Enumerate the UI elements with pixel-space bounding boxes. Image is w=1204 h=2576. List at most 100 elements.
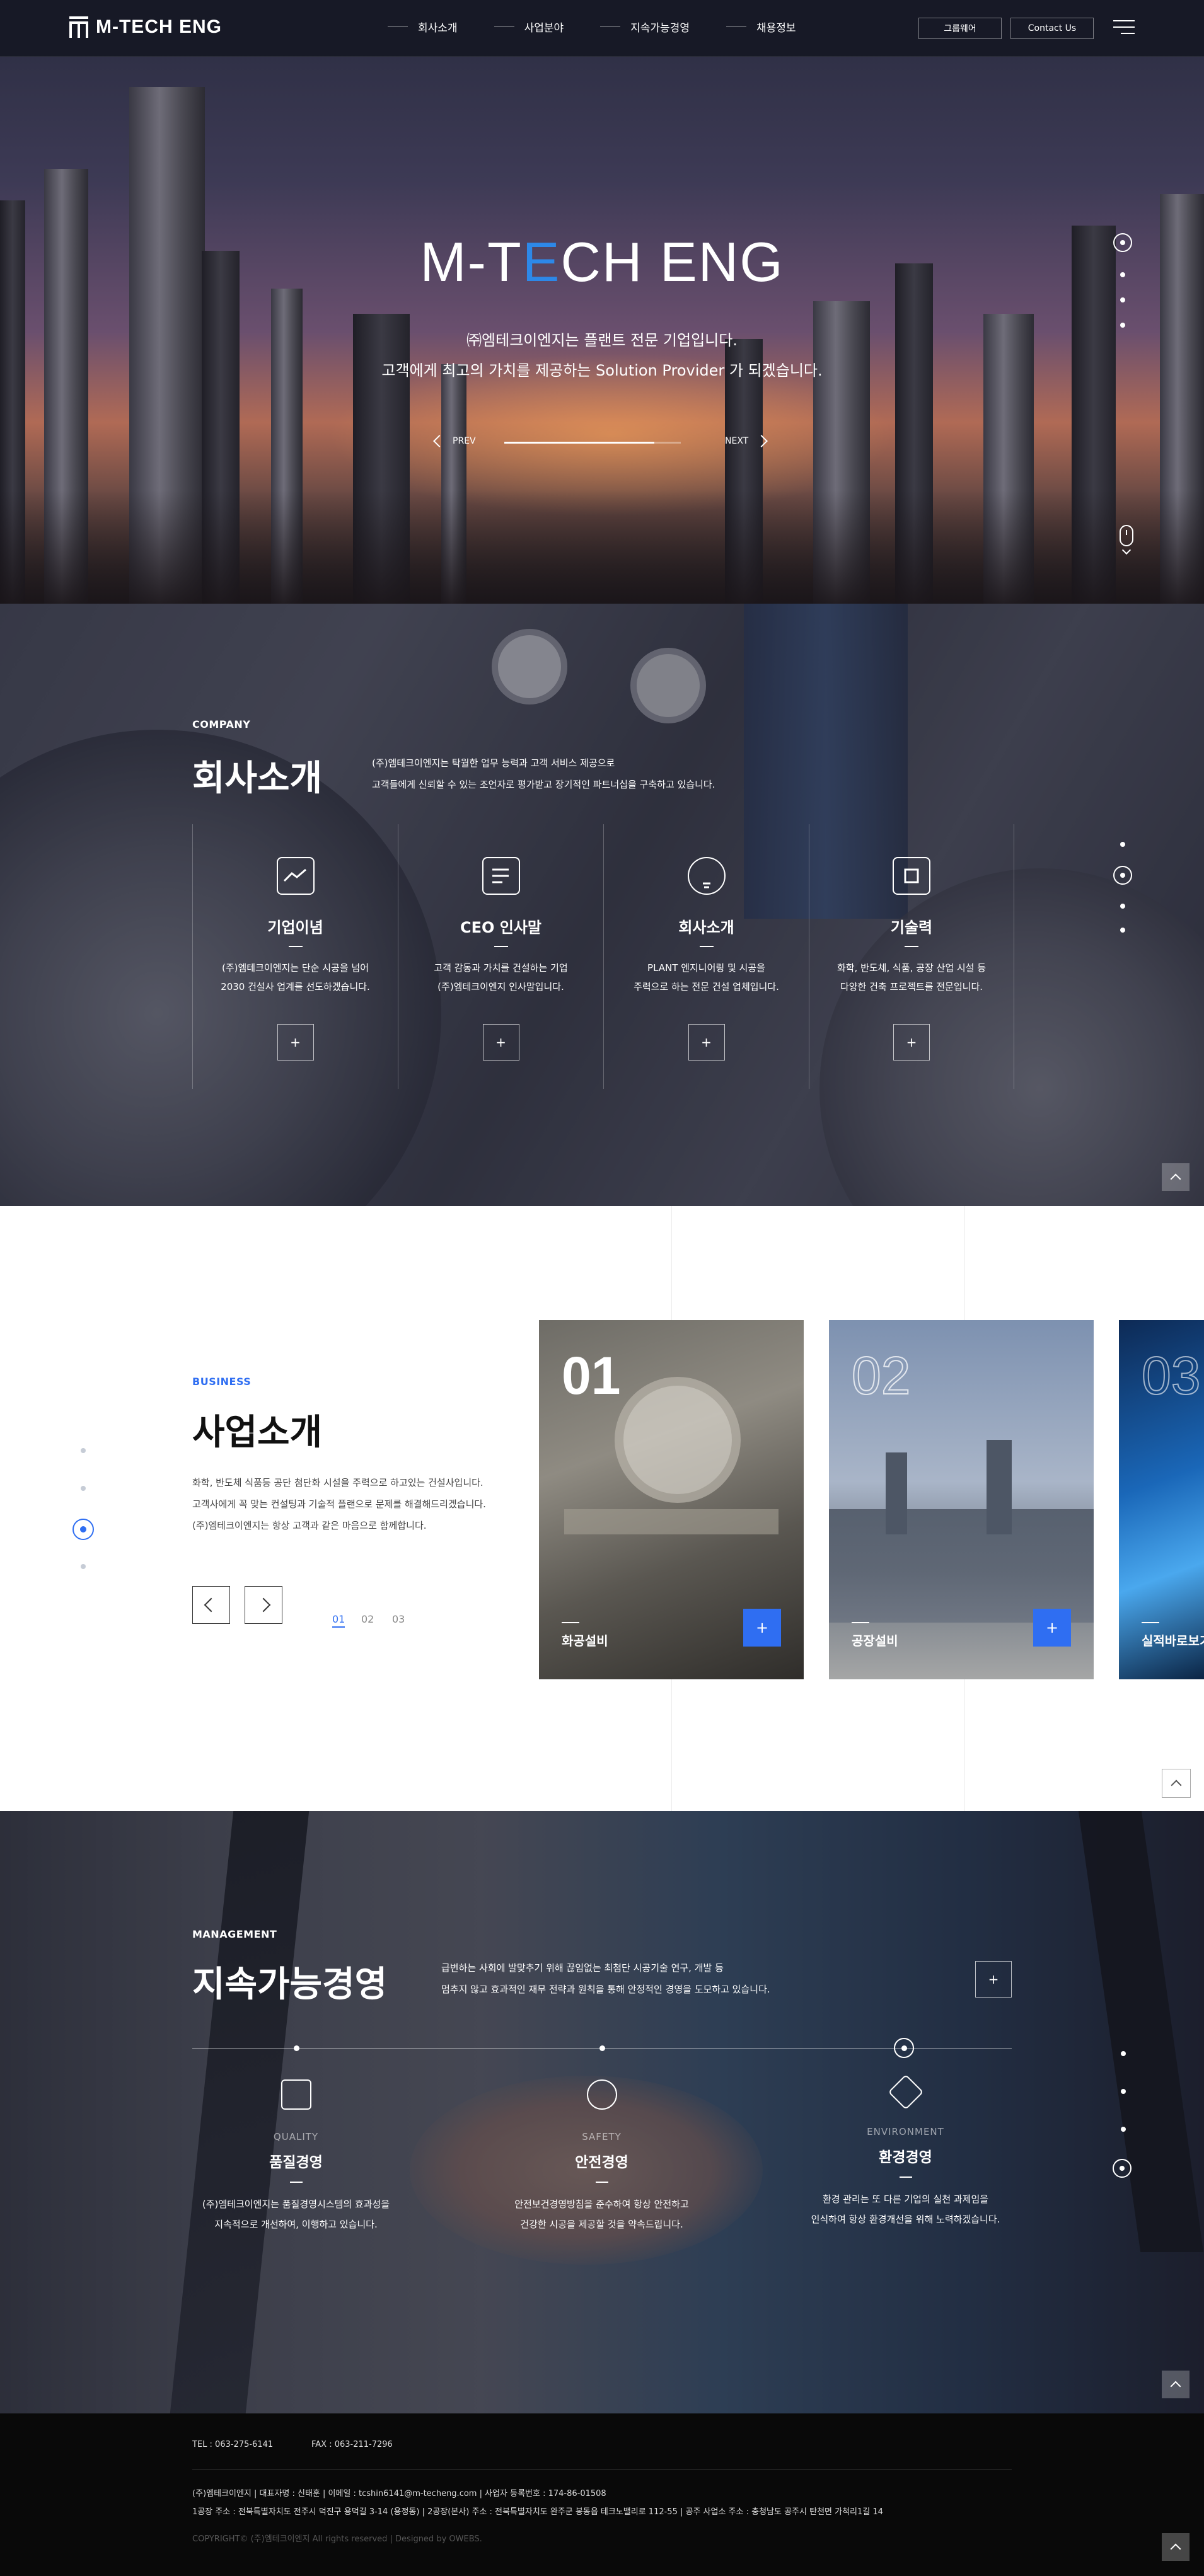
desc-line: 2030 건설사 업계를 선도하겠습니다. — [221, 981, 370, 992]
section-dot[interactable] — [1121, 2127, 1126, 2132]
management-item-eng: SAFETY — [582, 2131, 622, 2142]
hero-line-2: 고객에게 최고의 가치를 제공하는 Solution Provider 가 되겠… — [381, 362, 823, 379]
section-dot-active[interactable] — [1113, 2159, 1132, 2178]
divider — [905, 946, 918, 947]
chevron-left-icon — [433, 435, 446, 447]
divider — [289, 2182, 303, 2183]
timeline-dot-active[interactable] — [894, 2038, 914, 2058]
divider — [595, 2182, 608, 2183]
business-side-dot[interactable] — [81, 1486, 86, 1491]
management-side-dots — [1121, 2051, 1126, 2132]
site-header: M-TECH ENG 회사소개 사업분야 지속가능경영 채용정보 그룹웨어 Co… — [0, 0, 1204, 57]
business-side-dot-active[interactable] — [72, 1519, 94, 1540]
management-more-button[interactable]: + — [975, 1961, 1012, 1998]
company-item-more-button[interactable]: + — [688, 1024, 725, 1061]
business-card-caption: 화공설비 — [562, 1622, 608, 1649]
scroll-top-button[interactable] — [1162, 1163, 1190, 1191]
hero-dot[interactable] — [1120, 323, 1125, 328]
desc-line: 환경 관리는 또 다른 기업의 실천 과제임을 — [822, 2194, 989, 2205]
desc-line: 건강한 시공을 제공할 것을 약속드립니다. — [520, 2219, 683, 2230]
business-card[interactable]: 03 실적바로보기 — [1119, 1320, 1204, 1679]
company-item: 회사소개 PLANT 엔지니어링 및 시공을 주력으로 하는 전문 건설 업체입니… — [603, 824, 809, 1089]
logo-text: M-TECH ENG — [96, 16, 222, 37]
hero-section: M-TECH ENG ㈜엠테크이엔지는 플랜트 전문 기업입니다. 고객에게 최… — [0, 0, 1204, 604]
company-item-more-button[interactable]: + — [893, 1024, 930, 1061]
hero-dot[interactable] — [1120, 297, 1125, 302]
hero-line-1: ㈜엠테크이엔지는 플랜트 전문 기업입니다. — [466, 331, 738, 349]
business-side-dot[interactable] — [81, 1564, 86, 1569]
scroll-top-button[interactable] — [1162, 2371, 1190, 2398]
section-dot[interactable] — [1121, 2051, 1126, 2056]
business-description: 화학, 반도체 식품등 공단 첨단화 시설을 주력으로 하고있는 건설사입니다.… — [192, 1472, 486, 1536]
company-item-desc: (주)엠테크이엔지는 단순 시공을 넘어 2030 건설사 업계를 선도하겠습니다… — [193, 958, 398, 996]
hero-dot-active[interactable] — [1113, 233, 1132, 252]
footer-address: 1공장 주소 : 전북특별자치도 전주시 덕진구 용덕길 3-14 (용정동) … — [192, 2507, 883, 2517]
hero-dot[interactable] — [1120, 272, 1125, 277]
chevron-left-icon — [204, 1597, 219, 1613]
business-page-2[interactable]: 02 — [361, 1613, 374, 1625]
business-card[interactable]: 02 공장설비 + — [829, 1320, 1094, 1679]
company-desc-line: (주)엠테크이엔지는 탁월한 업무 능력과 고객 서비스 제공으로 — [372, 757, 615, 769]
business-page-3[interactable]: 03 — [392, 1613, 405, 1625]
section-dot-active[interactable] — [1113, 866, 1132, 885]
footer-company-info: (주)엠테크이엔지 | 대표자명 : 신태훈 | 이메일 : tcshin614… — [192, 2489, 606, 2498]
business-eyebrow: BUSINESS — [192, 1376, 252, 1388]
desc-line: 안전보건경영방침을 준수하여 항상 안전하고 — [514, 2199, 689, 2210]
business-card[interactable]: 01 화공설비 + — [539, 1320, 804, 1679]
company-item-more-button[interactable]: + — [277, 1024, 314, 1061]
section-nav-dots — [1113, 842, 1132, 933]
site-logo[interactable]: M-TECH ENG — [69, 16, 222, 38]
chevron-right-icon — [755, 435, 768, 447]
nav-item-company[interactable]: 회사소개 — [388, 19, 458, 35]
desc-line: (주)엠테크이엔지는 단순 시공을 넘어 — [221, 962, 369, 974]
company-item-more-button[interactable]: + — [482, 1024, 519, 1061]
section-dot[interactable] — [1120, 842, 1125, 847]
business-page-1[interactable]: 01 — [332, 1613, 345, 1628]
business-card-caption: 실적바로보기 — [1142, 1622, 1204, 1649]
certificate-icon — [281, 2079, 311, 2110]
section-dot[interactable] — [1120, 928, 1125, 933]
section-dot[interactable] — [1120, 904, 1125, 909]
nav-item-recruit[interactable]: 채용정보 — [726, 19, 796, 35]
management-item: ENVIRONMENT 환경경영 환경 관리는 또 다른 기업의 실천 과제임을… — [769, 2073, 1042, 2229]
management-item-eng: ENVIRONMENT — [867, 2126, 944, 2137]
desc-line: 인식하여 항상 환경개선을 위해 노력하겠습니다. — [811, 2214, 1000, 2225]
menu-icon[interactable] — [1113, 20, 1135, 35]
business-prev-button[interactable] — [192, 1586, 230, 1624]
management-desc-line: 급변하는 사회에 발맞추기 위해 끊임없는 최첨단 시공기술 연구, 개발 등 — [441, 1962, 724, 1974]
business-side-dot[interactable] — [81, 1448, 86, 1453]
divider — [288, 946, 303, 947]
section-dot[interactable] — [1121, 2089, 1126, 2094]
business-card-more-button[interactable]: + — [1033, 1609, 1071, 1647]
company-item-title: CEO 인사말 — [460, 919, 541, 936]
divider — [494, 946, 508, 947]
plant-tower — [987, 1440, 1012, 1534]
contact-us-button[interactable]: Contact Us — [1010, 18, 1094, 39]
management-item: QUALITY 품질경영 (주)엠테크이엔지는 품질경영시스템의 효과성을 지속적… — [159, 2073, 432, 2234]
management-title: 지속가능경영 — [192, 1964, 388, 2005]
management-item-eng: QUALITY — [273, 2131, 319, 2142]
nav-item-business[interactable]: 사업분야 — [494, 19, 564, 35]
business-title: 사업소개 — [192, 1412, 323, 1453]
company-description: (주)엠테크이엔지는 탁월한 업무 능력과 고객 서비스 제공으로 고객들에게 … — [372, 752, 715, 795]
company-item: 기업이념 (주)엠테크이엔지는 단순 시공을 넘어 2030 건설사 업계를 선도… — [192, 824, 398, 1089]
hero-prev-label: PREV — [453, 436, 476, 446]
timeline-dot[interactable] — [599, 2045, 605, 2051]
business-card-number: 01 — [562, 1346, 621, 1405]
scroll-mouse-icon[interactable] — [1120, 525, 1133, 546]
nav-item-management[interactable]: 지속가능경영 — [600, 19, 690, 35]
divider — [899, 2176, 912, 2178]
company-item-title: 기업이념 — [267, 919, 323, 936]
scroll-top-button[interactable] — [1162, 1769, 1191, 1798]
business-next-button[interactable] — [245, 1586, 282, 1624]
timeline-dot[interactable] — [294, 2045, 299, 2051]
scroll-top-button[interactable] — [1162, 2533, 1190, 2561]
hero-next-button[interactable]: NEXT — [725, 435, 768, 447]
business-card-more-button[interactable]: + — [743, 1609, 781, 1647]
desc-line: PLANT 엔지니어링 및 시공을 — [647, 962, 765, 974]
lightbulb-icon — [687, 857, 726, 895]
hero-progress-fill — [504, 442, 654, 444]
groupware-button[interactable]: 그룹웨어 — [918, 18, 1002, 39]
business-desc-line: 화학, 반도체 식품등 공단 첨단화 시설을 주력으로 하고있는 건설사입니다. — [192, 1477, 483, 1488]
hero-prev-button[interactable]: PREV — [433, 435, 476, 447]
